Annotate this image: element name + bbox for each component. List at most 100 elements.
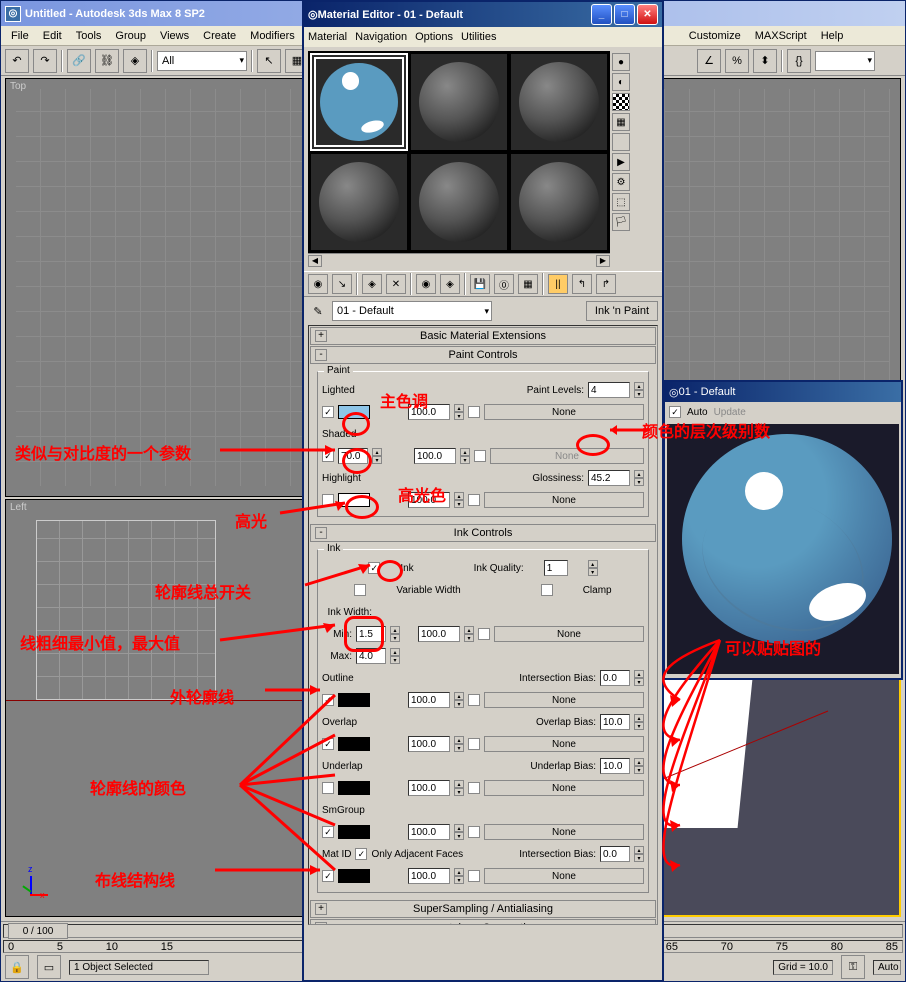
- menu-modifiers[interactable]: Modifiers: [244, 28, 301, 44]
- rollout-ink-controls[interactable]: - Ink Controls: [310, 524, 656, 542]
- menu-options[interactable]: Options: [415, 31, 453, 43]
- overlap-checkbox[interactable]: ✓: [322, 738, 334, 750]
- lighted-amount[interactable]: 100.0: [408, 404, 450, 420]
- selection-filter[interactable]: All: [157, 51, 247, 71]
- underlap-map-checkbox[interactable]: [468, 782, 480, 794]
- width-map-checkbox[interactable]: [478, 628, 490, 640]
- show-map-icon[interactable]: ▦: [518, 274, 538, 294]
- menu-group[interactable]: Group: [109, 28, 152, 44]
- snap-percent-button[interactable]: %: [725, 49, 749, 73]
- width-map-button[interactable]: None: [494, 626, 644, 642]
- eyedropper-icon[interactable]: ✎: [308, 301, 328, 321]
- update-button[interactable]: Update: [714, 407, 746, 418]
- mat-effects-icon[interactable]: ⓪: [494, 274, 514, 294]
- undo-button[interactable]: ↶: [5, 49, 29, 73]
- smgroup-checkbox[interactable]: ✓: [322, 826, 334, 838]
- smgroup-map-checkbox[interactable]: [468, 826, 480, 838]
- menu-help[interactable]: Help: [815, 28, 850, 44]
- highlight-checkbox[interactable]: [322, 494, 334, 506]
- smgroup-amount[interactable]: 100.0: [408, 824, 450, 840]
- collapse-icon[interactable]: -: [315, 527, 327, 539]
- expand-icon[interactable]: +: [315, 922, 327, 925]
- make-preview-icon[interactable]: ▶: [612, 153, 630, 171]
- intersection-bias-spinner[interactable]: 0.0: [600, 670, 630, 686]
- named-sets-button[interactable]: {}: [787, 49, 811, 73]
- mat-map-nav-icon[interactable]: 🏳: [612, 213, 630, 231]
- matid-bias-spinner[interactable]: 0.0: [600, 846, 630, 862]
- max-width-spinner[interactable]: 4.0: [356, 648, 386, 664]
- sample-slot-4[interactable]: [310, 153, 408, 251]
- highlight-map-checkbox[interactable]: [468, 494, 480, 506]
- ink-quality-spinner[interactable]: 1: [544, 560, 568, 576]
- menu-maxscript[interactable]: MAXScript: [749, 28, 813, 44]
- paint-levels-spinner[interactable]: 4: [588, 382, 630, 398]
- outline-color[interactable]: [338, 693, 370, 707]
- selection-lock[interactable]: ▭: [37, 955, 61, 979]
- lighted-checkbox[interactable]: ✓: [322, 406, 334, 418]
- rollout-mentalray[interactable]: + mental ray Connection: [310, 919, 656, 925]
- sample-type-icon[interactable]: ●: [612, 53, 630, 71]
- underlap-checkbox[interactable]: [322, 782, 334, 794]
- only-adjacent-checkbox[interactable]: ✓: [355, 848, 367, 860]
- auto-checkbox[interactable]: ✓: [669, 406, 681, 418]
- make-unique-icon[interactable]: ◈: [440, 274, 460, 294]
- link-button[interactable]: 🔗: [67, 49, 91, 73]
- go-sibling-icon[interactable]: ↱: [596, 274, 616, 294]
- overlap-bias-spinner[interactable]: 10.0: [600, 714, 630, 730]
- material-editor-titlebar[interactable]: ◎ Material Editor - 01 - Default _ □ ✕: [304, 2, 662, 27]
- min-width-spinner[interactable]: 1.5: [356, 626, 386, 642]
- snap-angle-button[interactable]: ∠: [697, 49, 721, 73]
- overlap-amount[interactable]: 100.0: [408, 736, 450, 752]
- spinner-snap-button[interactable]: ⬍: [753, 49, 777, 73]
- shaded-amount[interactable]: 100.0: [414, 448, 456, 464]
- material-type-button[interactable]: Ink 'n Paint: [586, 301, 658, 321]
- outline-checkbox[interactable]: ✓: [322, 694, 334, 706]
- highlight-color[interactable]: [338, 493, 370, 507]
- menu-tools[interactable]: Tools: [70, 28, 108, 44]
- menu-create[interactable]: Create: [197, 28, 242, 44]
- assign-to-sel-icon[interactable]: ◈: [362, 274, 382, 294]
- smgroup-map-button[interactable]: None: [484, 824, 644, 840]
- autokey-button[interactable]: Auto: [873, 960, 901, 975]
- highlight-map-button[interactable]: None: [484, 492, 644, 508]
- options-icon[interactable]: ⚙: [612, 173, 630, 191]
- matid-amount[interactable]: 100.0: [408, 868, 450, 884]
- sample-slot-3[interactable]: [510, 53, 608, 151]
- sample-slot-2[interactable]: [410, 53, 508, 151]
- spinner-arrows[interactable]: ▴▾: [634, 382, 644, 398]
- underlap-bias-spinner[interactable]: 10.0: [600, 758, 630, 774]
- select-button[interactable]: ↖: [257, 49, 281, 73]
- menu-navigation[interactable]: Navigation: [355, 31, 407, 43]
- lighted-map-checkbox[interactable]: [468, 406, 480, 418]
- background-icon[interactable]: [612, 93, 630, 111]
- maximize-button[interactable]: □: [614, 4, 635, 25]
- variable-width-checkbox[interactable]: [354, 584, 366, 596]
- expand-icon[interactable]: +: [315, 903, 327, 915]
- menu-edit[interactable]: Edit: [37, 28, 68, 44]
- clamp-checkbox[interactable]: [541, 584, 553, 596]
- outline-map-checkbox[interactable]: [468, 694, 480, 706]
- overlap-map-checkbox[interactable]: [468, 738, 480, 750]
- matid-map-checkbox[interactable]: [468, 870, 480, 882]
- shaded-checkbox[interactable]: ✓: [322, 450, 334, 462]
- select-by-mat-icon[interactable]: ⬚: [612, 193, 630, 211]
- lighted-color[interactable]: [338, 405, 370, 419]
- minimize-button[interactable]: _: [591, 4, 612, 25]
- menu-customize[interactable]: Customize: [683, 28, 747, 44]
- sample-slot-1[interactable]: [310, 53, 408, 151]
- sample-slot-6[interactable]: [510, 153, 608, 251]
- outline-amount[interactable]: 100.0: [408, 692, 450, 708]
- preview-titlebar[interactable]: ◎ 01 - Default: [665, 382, 901, 402]
- sample-slot-5[interactable]: [410, 153, 508, 251]
- scroll-left[interactable]: ◀: [308, 255, 322, 267]
- show-end-icon[interactable]: ||: [548, 274, 568, 294]
- underlap-color[interactable]: [338, 781, 370, 795]
- named-sets-combo[interactable]: [815, 51, 875, 71]
- scroll-right[interactable]: ▶: [596, 255, 610, 267]
- time-slider[interactable]: 0 / 100: [8, 923, 68, 939]
- put-to-lib-icon[interactable]: 💾: [470, 274, 490, 294]
- get-material-icon[interactable]: ◉: [308, 274, 328, 294]
- shaded-map-button[interactable]: None: [490, 448, 644, 464]
- backlight-icon[interactable]: ◐: [612, 73, 630, 91]
- overlap-color[interactable]: [338, 737, 370, 751]
